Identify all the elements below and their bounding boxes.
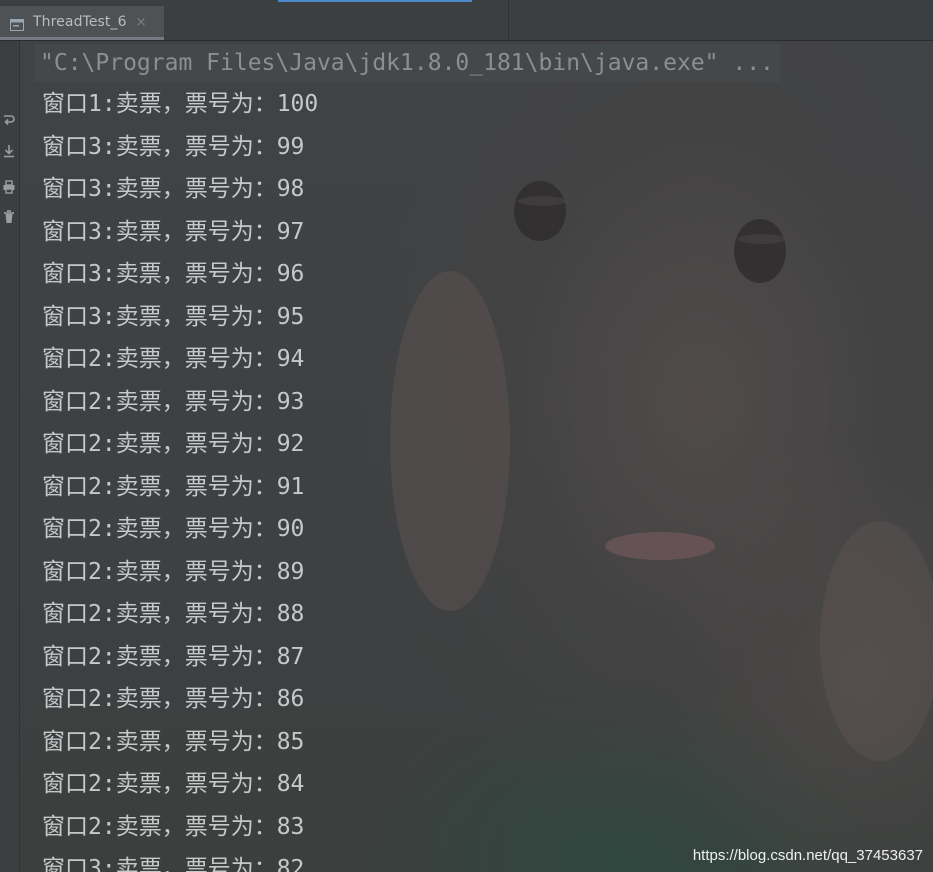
console-line: 窗口2:卖票，票号为：85 xyxy=(42,728,305,755)
console-line: 窗口2:卖票，票号为：90 xyxy=(42,516,305,542)
scroll-to-end-icon[interactable] xyxy=(2,143,16,159)
run-command-line: "C:\Program Files\Java\jdk1.8.0_181\bin\… xyxy=(34,44,780,82)
console-line: 窗口3:卖票，票号为：97 xyxy=(42,218,305,245)
console-line: 窗口3:卖票，票号为：96 xyxy=(42,261,305,287)
console-line: 窗口2:卖票，票号为：84 xyxy=(42,771,305,797)
console-line: 窗口2:卖票，票号为：88 xyxy=(42,601,305,627)
editor-tab-bar: ThreadTest_6 × xyxy=(0,0,933,41)
clear-all-icon[interactable] xyxy=(2,209,16,225)
console-line: 窗口2:卖票，票号为：92 xyxy=(42,431,305,457)
console-line: 窗口2:卖票，票号为：87 xyxy=(42,643,305,670)
tab-bar-accent-line xyxy=(278,0,472,2)
console-line: 窗口2:卖票，票号为：86 xyxy=(42,686,305,712)
close-icon[interactable]: × xyxy=(136,15,147,30)
tab-label: ThreadTest_6 xyxy=(33,14,127,30)
console-output[interactable]: "C:\Program Files\Java\jdk1.8.0_181\bin\… xyxy=(20,41,933,872)
tab-threadtest-6[interactable]: ThreadTest_6 × xyxy=(0,6,164,40)
soft-wrap-icon[interactable] xyxy=(2,113,16,129)
watermark-url: https://blog.csdn.net/qq_37453637 xyxy=(692,847,923,864)
console-line: 窗口2:卖票，票号为：83 xyxy=(42,813,305,840)
tab-bar-divider xyxy=(508,0,509,40)
console-line: 窗口3:卖票，票号为：82 xyxy=(42,856,305,872)
console-line: 窗口3:卖票，票号为：95 xyxy=(42,303,305,330)
print-icon[interactable] xyxy=(2,179,16,195)
console-line: 窗口2:卖票，票号为：94 xyxy=(42,346,305,372)
console-toolbar xyxy=(0,41,20,872)
console-line: 窗口1:卖票，票号为：100 xyxy=(42,91,319,117)
console-line: 窗口2:卖票，票号为：89 xyxy=(42,558,305,585)
tab-active-underline xyxy=(0,37,164,40)
console-lines: 窗口1:卖票，票号为：100 窗口3:卖票，票号为：99 窗口3:卖票，票号为：… xyxy=(42,83,318,872)
console-line: 窗口3:卖票，票号为：98 xyxy=(42,176,305,202)
console-line: 窗口2:卖票，票号为：91 xyxy=(42,473,305,500)
console-line: 窗口2:卖票，票号为：93 xyxy=(42,388,305,415)
console-tab-icon xyxy=(10,16,24,31)
console-line: 窗口3:卖票，票号为：99 xyxy=(42,133,305,160)
